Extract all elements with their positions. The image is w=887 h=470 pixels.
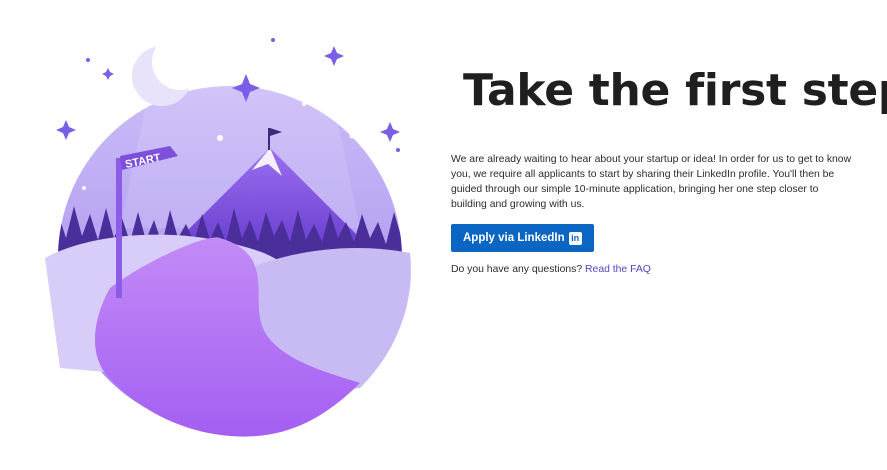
apply-button-label: Apply via LinkedIn xyxy=(463,232,565,244)
faq-prompt: Do you have any questions? xyxy=(451,264,583,275)
page: START Take the first step We are already… xyxy=(0,0,887,470)
linkedin-icon: in xyxy=(568,231,582,245)
hero-description: We are already waiting to hear about you… xyxy=(451,154,852,210)
hero-content: Take the first step We are already waiti… xyxy=(451,56,887,275)
page-title: Take the first step xyxy=(463,65,887,116)
faq-link[interactable]: Read the FAQ xyxy=(585,264,651,275)
apply-linkedin-button[interactable]: Apply via LinkedIn in xyxy=(451,224,594,252)
faq-line: Do you have any questions? Read the FAQ xyxy=(451,264,861,275)
hero-illustration: START xyxy=(45,34,411,437)
